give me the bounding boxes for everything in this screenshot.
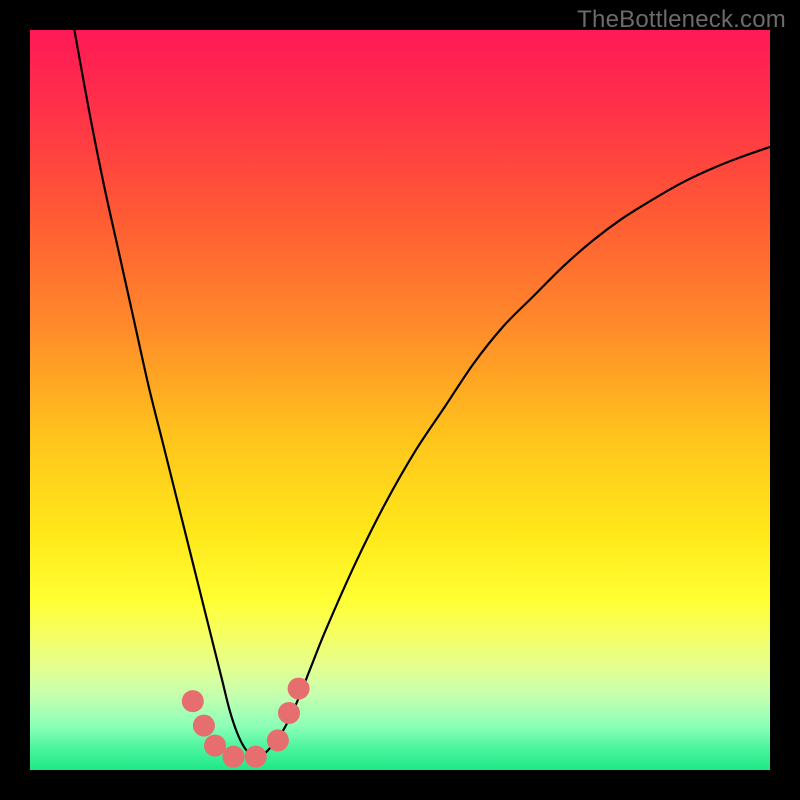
chart-svg <box>30 30 770 770</box>
gradient-background <box>30 30 770 770</box>
marker-min-2 <box>245 746 267 768</box>
plot-area <box>30 30 770 770</box>
marker-left-2 <box>193 715 215 737</box>
chart-frame: TheBottleneck.com <box>0 0 800 800</box>
marker-min-1 <box>223 746 245 768</box>
marker-right-1 <box>267 729 289 751</box>
watermark: TheBottleneck.com <box>577 6 786 34</box>
marker-right-3 <box>288 678 310 700</box>
marker-left-1 <box>182 690 204 712</box>
marker-right-2 <box>278 702 300 724</box>
marker-left-3 <box>204 735 226 757</box>
